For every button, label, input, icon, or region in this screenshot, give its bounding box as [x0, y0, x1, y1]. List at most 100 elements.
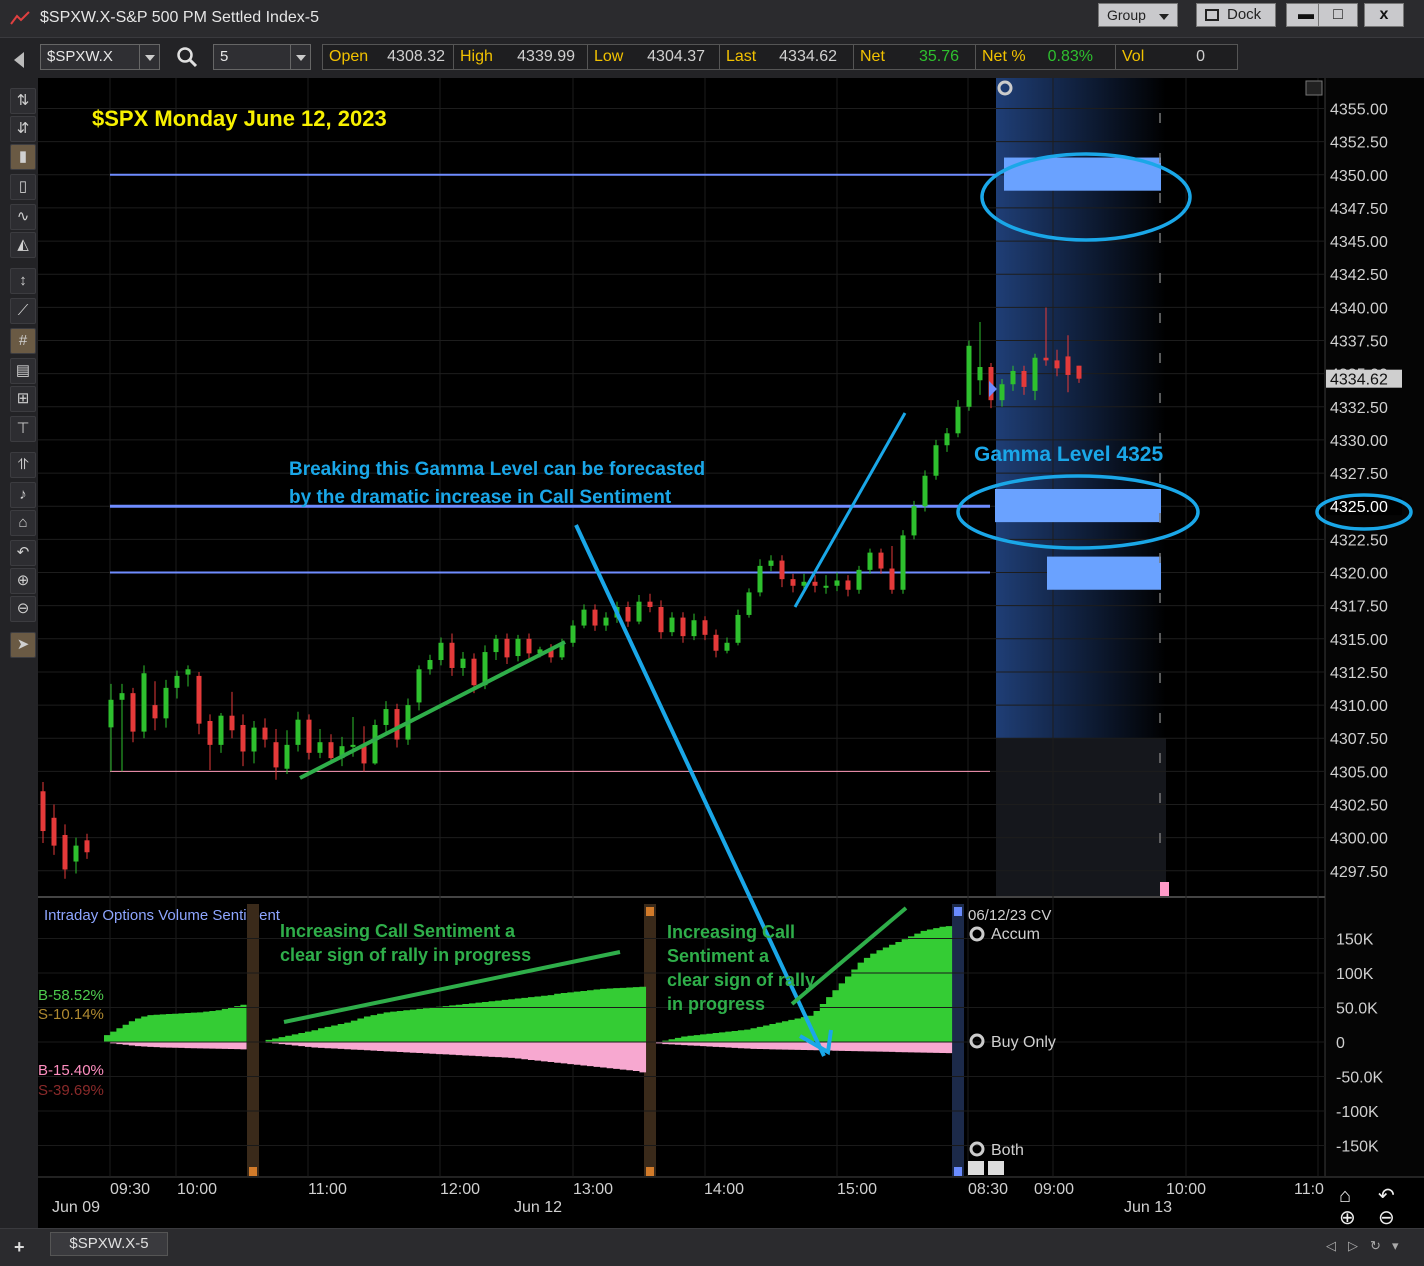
vertical-spacing-tool-icon[interactable]: ↕	[10, 268, 36, 294]
candle-body	[779, 560, 785, 580]
price-tick-label: 4345.00	[1330, 234, 1388, 251]
time-tick-label: 12:00	[440, 1181, 480, 1198]
undo-icon[interactable]: ↶	[10, 540, 36, 566]
bar-chart-tool-icon[interactable]: ⇅	[10, 88, 36, 114]
menu-down-icon[interactable]: ▾	[1392, 1238, 1399, 1254]
zoom-out-nav-icon: ⊖	[1378, 1207, 1395, 1228]
line-chart-tool-icon[interactable]: ∿	[10, 204, 36, 230]
candle-body	[636, 601, 642, 622]
add-tab-button[interactable]: +	[14, 1237, 25, 1258]
refresh-icon[interactable]: ↻	[1370, 1238, 1381, 1254]
sheet-tab[interactable]: $SPXW.X-5	[50, 1232, 168, 1256]
grid-tool-icon[interactable]: #	[10, 328, 36, 354]
sentiment-tick-label: 150K	[1336, 932, 1374, 949]
back-arrow-icon[interactable]	[14, 52, 24, 68]
gamma-block-4325	[995, 488, 1161, 523]
hollow-candle-tool-icon[interactable]: ▯	[10, 174, 36, 200]
bottom-bar: + $SPXW.X-5 ◁ ▷ ↻ ▾	[0, 1228, 1424, 1266]
time-tick-label: 10:00	[1166, 1181, 1206, 1198]
table-tool-icon[interactable]: ▤	[10, 358, 36, 384]
candle-body	[1043, 357, 1049, 361]
price-tick-label: 4297.50	[1330, 864, 1388, 881]
crosshair-grid-tool-icon[interactable]: ⊞	[10, 386, 36, 412]
candle-body	[163, 687, 169, 719]
horizontal-line-tool-icon[interactable]: ⊤	[10, 416, 36, 442]
candle-body	[889, 568, 895, 590]
candle-body	[174, 675, 180, 688]
candlestick-tool-icon[interactable]: ▮	[10, 144, 36, 170]
symbol-select[interactable]: $SPXW.X	[40, 44, 160, 70]
price-tick-label: 4332.50	[1330, 400, 1388, 417]
gear-icon	[969, 1033, 985, 1049]
candle-body	[1054, 360, 1060, 369]
net-value: 35.76	[918, 48, 959, 65]
group-label: Group	[1107, 7, 1146, 23]
left-sentiment-note-line1: Increasing Call Sentiment a	[280, 921, 516, 941]
scroll-left-icon[interactable]: ◁	[1326, 1238, 1336, 1254]
home-icon[interactable]: ⌂	[10, 510, 36, 536]
chevron-down-icon	[1159, 14, 1169, 20]
zoom-in-icon[interactable]: ⊕	[10, 568, 36, 594]
note-tool-icon[interactable]: ♪	[10, 482, 36, 508]
chart-app-icon	[10, 11, 30, 25]
chart-canvas[interactable]: 4355.00 4352.50 4350.00 4347.50 4345.00 4342.…	[38, 78, 1424, 1229]
candle-body	[911, 506, 917, 536]
add-study-icon	[988, 1161, 1004, 1175]
candle-body	[383, 709, 389, 725]
close-button[interactable]: x	[1364, 3, 1404, 27]
candle-body	[394, 709, 400, 740]
sentiment-tick-label: -50.0K	[1336, 1070, 1383, 1087]
buy-positive-stat: B-58.52%	[38, 987, 104, 1004]
maximize-button[interactable]: □	[1318, 3, 1358, 27]
candle-body	[669, 617, 675, 633]
chart-area[interactable]: 4355.00 4352.50 4350.00 4347.50 4345.00 4342.…	[38, 78, 1424, 1229]
buy-sentiment-area-jun09	[104, 1004, 247, 1042]
sell-sentiment-area-midday	[259, 1042, 647, 1073]
candle-body	[427, 660, 433, 670]
sentiment-pane-title: Intraday Options Volume Sentiment	[44, 907, 281, 924]
candle-body	[251, 727, 257, 752]
pin-tool-icon[interactable]: ⥣	[10, 452, 36, 478]
price-tick-label: 4330.00	[1330, 433, 1388, 450]
price-tick-label: 4337.50	[1330, 334, 1388, 351]
candle-body	[845, 580, 851, 590]
candle-body	[966, 345, 972, 407]
price-tick-label: 4347.50	[1330, 201, 1388, 218]
area-chart-tool-icon[interactable]: ◭	[10, 232, 36, 258]
price-tick-label: 4322.50	[1330, 532, 1388, 549]
price-tick-label: 4300.00	[1330, 831, 1388, 848]
dock-icon	[1205, 9, 1219, 21]
candle-body	[196, 675, 202, 724]
zoom-out-icon[interactable]: ⊖	[10, 596, 36, 622]
uptrend-line-afternoon	[793, 412, 907, 608]
symbol-toolbar: $SPXW.X 5 Open 4308.32 High 4339.99 Low …	[0, 38, 1424, 78]
candle-body	[295, 719, 301, 745]
net-percent-label: Net %	[975, 45, 1035, 69]
zoom-in-nav-icon: ⊕	[1339, 1207, 1356, 1228]
dock-button[interactable]: Dock	[1196, 3, 1276, 27]
interval-select[interactable]: 5	[213, 44, 311, 70]
time-tick-label: 09:30	[110, 1181, 150, 1198]
candle-body	[273, 742, 279, 768]
pointer-icon[interactable]: ➤	[10, 632, 36, 658]
candle-body	[691, 620, 697, 637]
candle-body	[141, 673, 147, 732]
sentiment-tick-label: 100K	[1336, 966, 1374, 983]
date-label: Jun 12	[514, 1199, 562, 1216]
candle-body	[438, 642, 444, 661]
ohlc-tool-icon[interactable]: ⇵	[10, 116, 36, 142]
low-label: Low	[587, 45, 643, 69]
sentiment-corner-label: 06/12/23 CV	[968, 907, 1051, 924]
candle-body	[73, 845, 79, 862]
candle-body	[240, 724, 246, 752]
candle-body	[1021, 370, 1027, 387]
right-sentiment-note-line2: Sentiment a	[667, 946, 770, 966]
trendline-tool-icon[interactable]: ⟋	[10, 298, 36, 324]
candle-body	[526, 638, 532, 654]
right-sentiment-note-line4: in progress	[667, 994, 765, 1014]
drawing-toolbar: ⇅ ⇵ ▮ ▯ ∿ ◭ ↕ ⟋ # ▤ ⊞ ⊤ ⥣ ♪ ⌂ ↶ ⊕ ⊖ ➤	[0, 78, 38, 1228]
window-title: $SPXW.X-S&P 500 PM Settled Index-5	[40, 9, 319, 26]
group-dropdown[interactable]: Group	[1098, 3, 1178, 27]
scroll-right-icon[interactable]: ▷	[1348, 1238, 1358, 1254]
search-icon[interactable]	[176, 46, 198, 68]
